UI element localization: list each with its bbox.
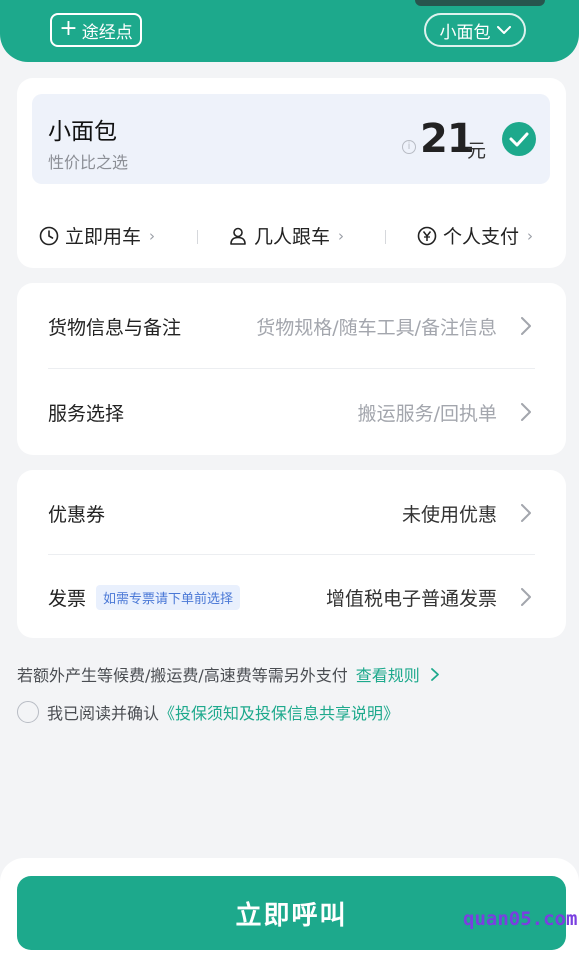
chevron-down-icon [496, 25, 511, 34]
option-use-now-label: 立即用车 [65, 226, 142, 248]
vehicle-card: 小面包 性价比之选 i 21 元 立即用车 › 几人跟车 › 个人支付 › [17, 78, 566, 268]
extra-fee-text: 若额外产生等候费/搬运费/高速费等需另外支付 [17, 666, 348, 685]
clock-icon [39, 226, 59, 245]
info-icon[interactable]: i [402, 140, 416, 154]
divider [385, 230, 386, 244]
chevron-right-icon [431, 668, 439, 681]
option-passengers-label: 几人跟车 [254, 226, 331, 248]
view-rules-link[interactable]: 查看规则 [356, 662, 439, 686]
invoice-label: 发票 [48, 587, 87, 610]
chevron-right-icon: › [527, 226, 534, 245]
service-label: 服务选择 [48, 402, 125, 425]
agreement-checkbox[interactable] [17, 701, 39, 723]
coupon-row[interactable]: 优惠券 未使用优惠 [48, 471, 535, 555]
vehicle-option-selected[interactable]: 小面包 性价比之选 i 21 元 [32, 94, 550, 184]
insurance-terms-link[interactable]: 《投保须知及投保信息共享说明》 [159, 700, 399, 724]
yen-icon [417, 226, 437, 245]
chevron-right-icon [521, 588, 531, 606]
option-payment-label: 个人支付 [443, 226, 520, 248]
cargo-info-label: 货物信息与备注 [48, 316, 182, 339]
option-passengers[interactable]: 几人跟车 › [228, 222, 344, 249]
vehicle-type-label: 小面包 [439, 22, 491, 43]
add-waypoint-button[interactable]: + 途经点 [50, 13, 142, 47]
option-use-now[interactable]: 立即用车 › [39, 222, 155, 249]
extra-fee-notice: 若额外产生等候费/搬运费/高速费等需另外支付 查看规则 [17, 662, 439, 686]
person-icon [230, 227, 246, 245]
service-placeholder: 搬运服务/回执单 [357, 402, 497, 425]
vehicle-subtitle: 性价比之选 [48, 153, 129, 172]
cargo-info-placeholder: 货物规格/随车工具/备注信息 [256, 316, 497, 339]
coupon-label: 优惠券 [48, 503, 106, 526]
price-unit: 元 [467, 140, 487, 162]
vehicle-image-edge [415, 0, 545, 6]
agreement-row: 我已阅读并确认 《投保须知及投保信息共享说明》 [17, 700, 399, 724]
coupon-value: 未使用优惠 [401, 503, 497, 526]
service-row[interactable]: 服务选择 搬运服务/回执单 [48, 370, 535, 454]
order-options-row: 立即用车 › 几人跟车 › 个人支付 › [17, 216, 566, 256]
vehicle-price: 21 [420, 116, 475, 162]
plus-icon: + [59, 16, 78, 41]
divider [48, 368, 535, 369]
cargo-card: 货物信息与备注 货物规格/随车工具/备注信息 服务选择 搬运服务/回执单 [17, 283, 566, 455]
invoice-row[interactable]: 发票 如需专票请下单前选择 增值税电子普通发票 [48, 555, 535, 639]
divider [197, 230, 198, 244]
vehicle-name: 小面包 [48, 119, 117, 145]
invoice-value: 增值税电子普通发票 [325, 587, 497, 610]
option-payment[interactable]: 个人支付 › [417, 222, 533, 249]
add-waypoint-label: 途经点 [81, 22, 133, 43]
chevron-right-icon [521, 403, 531, 421]
chevron-right-icon [521, 317, 531, 335]
watermark: quan05.com [463, 908, 578, 930]
vehicle-type-dropdown[interactable]: 小面包 [424, 13, 526, 47]
invoice-hint-tag: 如需专票请下单前选择 [96, 584, 241, 610]
checkmark-icon [502, 122, 536, 156]
payment-card: 优惠券 未使用优惠 发票 如需专票请下单前选择 增值税电子普通发票 [17, 470, 566, 638]
chevron-right-icon [521, 504, 531, 522]
cargo-info-row[interactable]: 货物信息与备注 货物规格/随车工具/备注信息 [48, 284, 535, 368]
agreement-text: 我已阅读并确认 [47, 704, 160, 723]
view-rules-label: 查看规则 [355, 666, 420, 685]
chevron-right-icon: › [149, 226, 156, 245]
chevron-right-icon: › [338, 226, 345, 245]
